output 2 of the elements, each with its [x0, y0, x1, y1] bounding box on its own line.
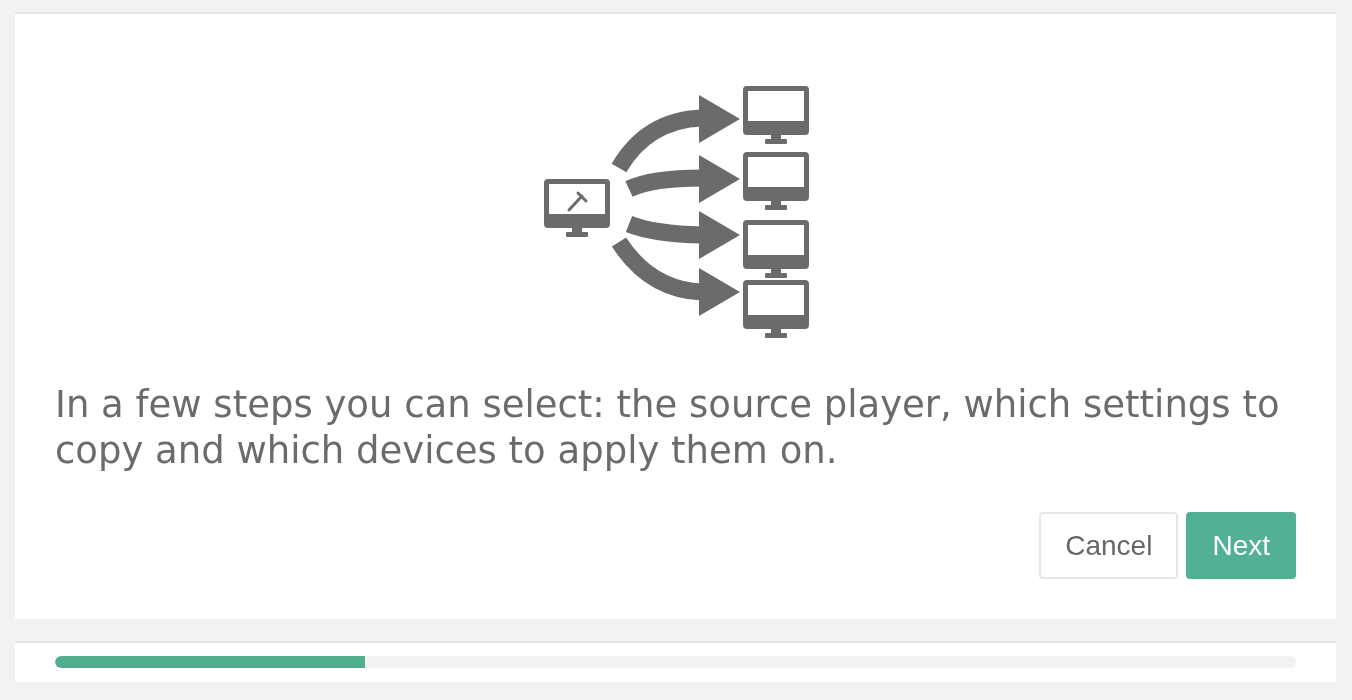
cancel-button[interactable]: Cancel: [1039, 512, 1179, 579]
intro-text: In a few steps you can select: the source player, which settings to copy and which devices to apply them on.: [55, 382, 1281, 474]
